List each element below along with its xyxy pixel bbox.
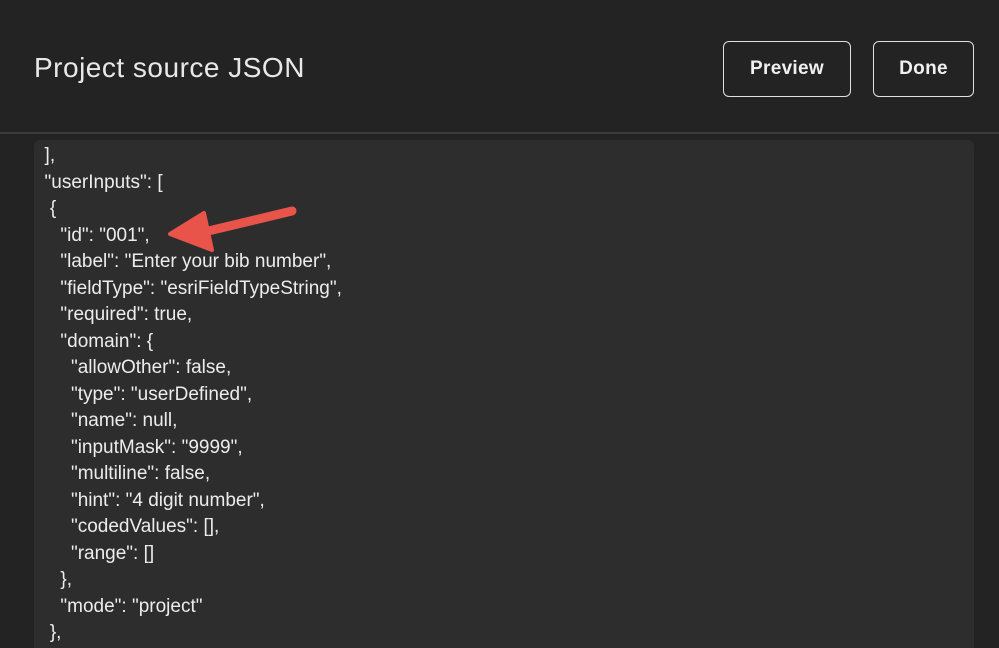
code-line: }, [34,622,62,643]
code-line: "allowOther": false, [34,357,232,378]
code-line: "userInputs": [ [34,171,163,193]
code-line: ], [34,145,56,166]
preview-button[interactable]: Preview [723,41,851,97]
code-line: "fieldType": "esriFieldTypeString", [34,277,342,299]
code-line: "multiline": false, [34,463,211,484]
code-line: }, [34,569,73,590]
code-line: "mode": "project" [34,595,203,617]
code-line: { [34,198,57,219]
page-title: Project source JSON [34,52,305,83]
code-line: "range": [] [34,542,155,564]
done-button[interactable]: Done [873,41,974,97]
code-lines: ], "userInputs": [ { "id": "001", "label… [34,143,342,647]
code-line: "hint": "4 digit number", [34,489,265,511]
code-line: "label": "Enter your bib number", [34,251,332,272]
header-bar: Project source JSON Preview Done [0,0,999,134]
app-window: Project source JSON Preview Done ], "use… [0,0,999,648]
code-line: "codedValues": [], [34,516,220,537]
code-line: "required": true, [34,304,193,325]
code-line: "inputMask": "9999", [34,436,243,458]
code-line: "domain": { [34,330,154,352]
json-editor[interactable]: ], "userInputs": [ { "id": "001", "label… [34,140,974,648]
code-line: "name": null, [34,410,178,431]
code-line: "id": "001", [34,224,150,246]
code-line: "type": "userDefined", [34,383,253,405]
